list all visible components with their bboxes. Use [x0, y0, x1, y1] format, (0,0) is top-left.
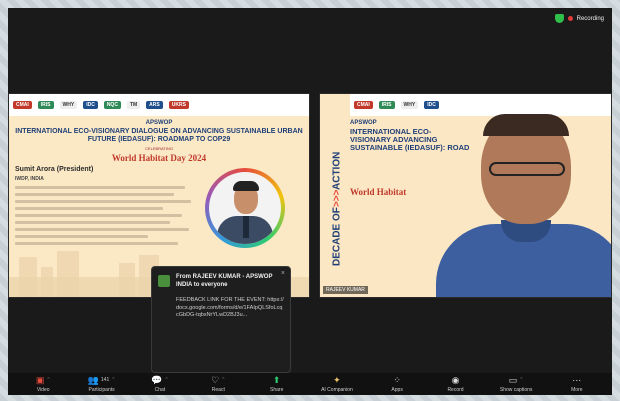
more-icon: ⋯	[572, 374, 582, 385]
participants-label: Participants	[88, 386, 115, 393]
record-button[interactable]: ◉ Record	[442, 374, 470, 393]
chat-message: FEEDBACK LINK FOR THE EVENT: https://doc…	[176, 297, 284, 318]
chat-sender: From RAJEEV KUMAR - APSWOP INDIA to ever…	[176, 274, 273, 288]
sponsor-logo: ARS	[146, 101, 163, 109]
slide-title: INTERNATIONAL ECO-VISIONARY DIALOGUE ON …	[15, 128, 303, 143]
record-icon: ◉	[451, 374, 460, 385]
banner-arrows: >>>	[331, 189, 343, 208]
sponsor-logo: TM	[126, 101, 141, 109]
slide-event-name: World Habitat Day 2024	[111, 153, 207, 163]
record-label: Record	[447, 386, 464, 393]
share-screen-icon: ⬆	[272, 374, 281, 385]
captions-label: Show captions	[499, 386, 533, 393]
chevron-up-icon[interactable]: ⌃	[164, 377, 168, 383]
chevron-up-icon[interactable]: ⌃	[46, 377, 50, 383]
react-button[interactable]: ♡ ⌃ React	[204, 374, 232, 393]
sender-avatar	[158, 275, 170, 287]
more-label: More	[571, 386, 583, 393]
captions-icon: ▭	[508, 374, 518, 385]
heart-icon: ♡	[211, 374, 220, 385]
chat-notification[interactable]: × From RAJEEV KUMAR - APSWOP INDIA to ev…	[151, 266, 291, 373]
video-label: Video	[36, 386, 50, 393]
close-icon[interactable]: ×	[281, 270, 285, 277]
banner-text-left: DECADE OF	[331, 207, 343, 267]
participants-button[interactable]: 👥 141 ⌃ Participants	[87, 374, 116, 393]
ai-companion-label: AI Companion	[321, 386, 353, 393]
security-shield-icon	[554, 14, 564, 23]
chevron-up-icon[interactable]: ⌃	[221, 377, 225, 383]
speaker-portrait	[205, 168, 285, 248]
sponsor-logo: NQC	[103, 101, 121, 109]
sparkle-icon: ✦	[333, 374, 341, 385]
slide-org: APSWOP	[145, 120, 173, 126]
participants-icon: 👥	[87, 374, 99, 385]
react-label: React	[211, 386, 225, 393]
sponsor-logo: CMAI	[354, 101, 373, 109]
share-label: Share	[270, 386, 284, 393]
meeting-toolbar: ▣ ⌃ Video 👥 141 ⌃ Participants 💬 ⌃ Chat ♡ ⌃ R…	[8, 373, 612, 395]
speaker-org: IWDP, INDIA	[15, 176, 44, 182]
banner-text-right: ACTION	[331, 151, 343, 190]
video-tile-speaker[interactable]: CMAI IRIS WHY IDC DECADE OF >>> ACTION A…	[319, 93, 612, 298]
video-off-icon: ▣	[35, 374, 45, 385]
zoom-meeting-window: Recording CMAI IRIS WHY IDC NQC TM ARS U…	[8, 8, 612, 395]
sponsor-logo: UKRS	[168, 101, 189, 109]
sponsor-logos-row: CMAI IRIS WHY IDC NQC TM ARS UKRS	[9, 94, 309, 116]
sponsor-logo: WHY	[59, 101, 78, 109]
apps-label: Apps	[391, 386, 403, 393]
ai-companion-button[interactable]: ✦ AI Companion	[321, 374, 353, 393]
slide-event-name: World Habitat	[350, 187, 407, 197]
chat-icon: 💬	[151, 374, 163, 385]
speaker-video	[431, 114, 611, 297]
share-button[interactable]: ⬆ Share	[263, 374, 291, 393]
recording-indicator[interactable]: Recording	[554, 14, 604, 23]
sponsor-logo: IRIS	[37, 101, 54, 109]
slide-subtitle: CELEBRATING	[145, 146, 173, 151]
sponsor-logo: WHY	[400, 101, 419, 109]
apps-icon: ⁘	[393, 374, 401, 385]
sponsor-logo: IDC	[83, 101, 98, 109]
apps-button[interactable]: ⁘ Apps	[383, 374, 411, 393]
more-button[interactable]: ⋯ More	[563, 374, 591, 393]
recording-dot-icon	[567, 16, 573, 21]
participant-name-tag: RAJEEV KUMAR	[323, 286, 368, 294]
chevron-up-icon[interactable]: ⌃	[519, 377, 523, 383]
sponsor-logo: CMAI	[13, 101, 32, 109]
recording-label: Recording	[576, 15, 604, 22]
video-button[interactable]: ▣ ⌃ Video	[29, 374, 57, 393]
chevron-up-icon[interactable]: ⌃	[111, 377, 115, 383]
sponsor-logo: IRIS	[378, 101, 395, 109]
speaker-bio-text	[15, 186, 200, 249]
captions-button[interactable]: ▭ ⌃ Show captions	[499, 374, 533, 393]
chat-button[interactable]: 💬 ⌃ Chat	[146, 374, 174, 393]
chat-label: Chat	[154, 386, 166, 393]
participants-count: 141	[100, 377, 110, 383]
decade-of-action-banner: DECADE OF >>> ACTION	[326, 124, 348, 294]
speaker-name: Sumit Arora (President)	[15, 166, 94, 173]
sponsor-logos-row: CMAI IRIS WHY IDC	[350, 94, 611, 116]
sponsor-logo: IDC	[424, 101, 439, 109]
